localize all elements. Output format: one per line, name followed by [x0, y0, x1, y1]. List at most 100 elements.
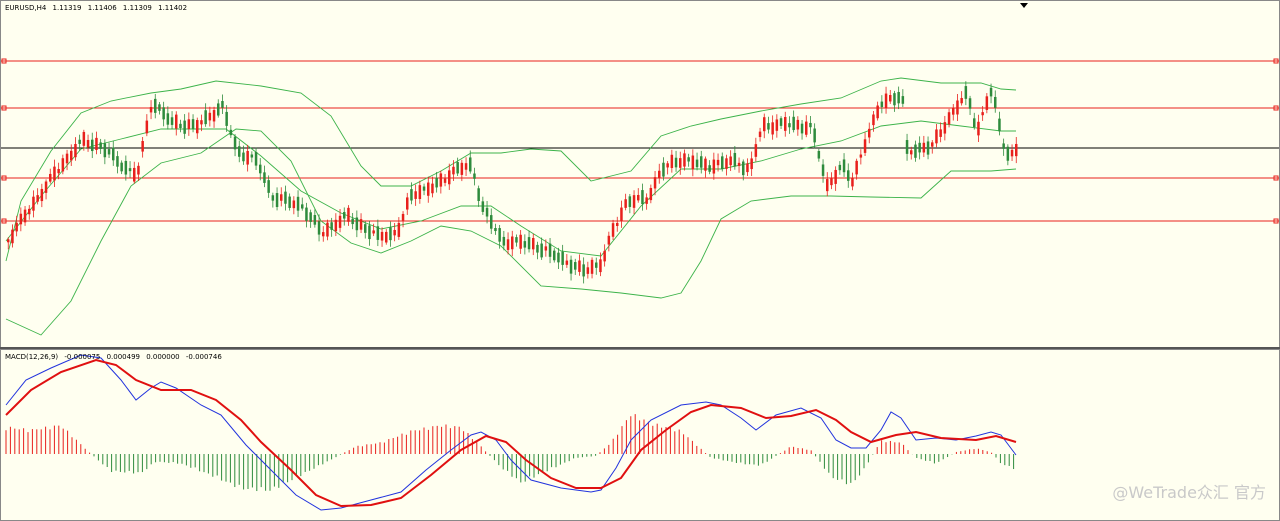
bull-candle [61, 154, 65, 175]
bull-candle [737, 157, 741, 173]
macd-value-3: 0.000000 [146, 353, 180, 361]
bear-candle [233, 134, 237, 157]
candle-body [582, 264, 585, 277]
candle-body [952, 108, 955, 115]
bear-candle [112, 140, 115, 166]
candle-body [964, 86, 968, 99]
candle-body [695, 159, 699, 168]
macd-header: MACD(12,26,9) -0.000075 0.000499 0.00000… [5, 353, 226, 362]
candle-body [637, 194, 640, 201]
candle-body [313, 215, 317, 225]
candle-body [943, 122, 947, 134]
bull-candle [246, 144, 249, 172]
macd-pane[interactable]: MACD(12,26,9) -0.000075 0.000499 0.00000… [0, 349, 1280, 521]
candle-body [376, 226, 380, 240]
bull-candle [1010, 144, 1014, 162]
chart-shift-marker-icon[interactable] [1020, 3, 1028, 8]
bear-candle [166, 106, 170, 130]
candle-body [137, 165, 140, 175]
bull-candle [443, 174, 447, 187]
candle-body [926, 141, 930, 155]
candle-body [817, 150, 821, 159]
bear-candle [700, 150, 703, 174]
price-chart[interactable] [1, 1, 1279, 347]
candle-body [116, 156, 119, 167]
bear-candle [695, 152, 699, 171]
candle-body [771, 122, 774, 135]
candle-body [435, 177, 438, 188]
open-value: 1.11319 [52, 4, 82, 12]
candle-body [53, 166, 56, 181]
bull-candle [830, 172, 833, 190]
bull-candle [32, 190, 35, 218]
bear-candle [204, 103, 207, 127]
bear-candle [485, 201, 489, 224]
macd-signal-line [5, 358, 1017, 508]
candle-body [359, 219, 363, 230]
candle-body [746, 163, 749, 173]
candle-body [1006, 146, 1010, 161]
candle-body [511, 236, 514, 250]
bull-candle [175, 111, 178, 136]
chart-window[interactable]: EURUSD,H4 1.11319 1.11406 1.11309 1.1140… [0, 0, 1280, 521]
bear-candle [296, 190, 300, 218]
candle-body [250, 154, 254, 158]
macd-chart[interactable] [1, 350, 1279, 520]
bull-candle [796, 116, 800, 136]
price-chart-pane[interactable]: EURUSD,H4 1.11319 1.11406 1.11309 1.1140… [0, 0, 1280, 347]
bear-candle [309, 209, 312, 228]
bull-candle [208, 106, 212, 127]
bear-candle [800, 119, 804, 140]
candle-body [406, 197, 409, 210]
candle-body [49, 173, 52, 182]
candle-body [548, 243, 552, 257]
bull-candle [805, 115, 808, 138]
macd-value-2: 0.000499 [106, 353, 140, 361]
bear-candle [267, 175, 270, 198]
candle-body [1015, 143, 1018, 157]
candle-body [758, 131, 762, 138]
bear-candle [301, 197, 304, 211]
candle-body [280, 194, 283, 201]
bull-candle [834, 166, 837, 191]
candle-body [540, 243, 543, 258]
symbol-label: EURUSD,H4 [5, 4, 47, 12]
candle-body [611, 223, 615, 237]
candle-body [170, 117, 174, 125]
bull-candle [359, 213, 363, 234]
candle-body [910, 150, 913, 155]
macd-value-1: -0.000075 [64, 353, 101, 361]
bull-candle [876, 101, 879, 121]
bear-candle [527, 230, 531, 253]
bear-candle [435, 171, 438, 193]
candle-body [36, 195, 39, 202]
candle-body [515, 237, 518, 243]
candle-body [175, 114, 178, 129]
candle-body [263, 172, 266, 183]
bull-candle [746, 158, 749, 177]
bear-candle [973, 112, 976, 130]
bull-candle [280, 187, 283, 207]
candle-body [82, 131, 86, 146]
bear-candle [523, 234, 527, 255]
candle-body [901, 96, 905, 104]
bull-candle [86, 134, 90, 152]
bull-candle [931, 140, 934, 154]
candle-body [422, 186, 426, 191]
candle-body [506, 239, 510, 250]
candle-body [309, 212, 312, 222]
candle-body [267, 180, 270, 193]
candle-body [372, 230, 375, 234]
candle-body [527, 237, 531, 250]
candle-body [628, 196, 632, 207]
candle-body [712, 159, 716, 174]
candle-body [603, 250, 606, 262]
candle-body [578, 260, 581, 272]
bull-candle [578, 254, 581, 276]
candle-body [649, 187, 653, 201]
bollinger-upper-band [5, 77, 1017, 262]
bear-candle [259, 158, 262, 181]
candle-body [914, 144, 917, 158]
bear-candle [809, 116, 812, 134]
bull-candle [939, 122, 942, 143]
